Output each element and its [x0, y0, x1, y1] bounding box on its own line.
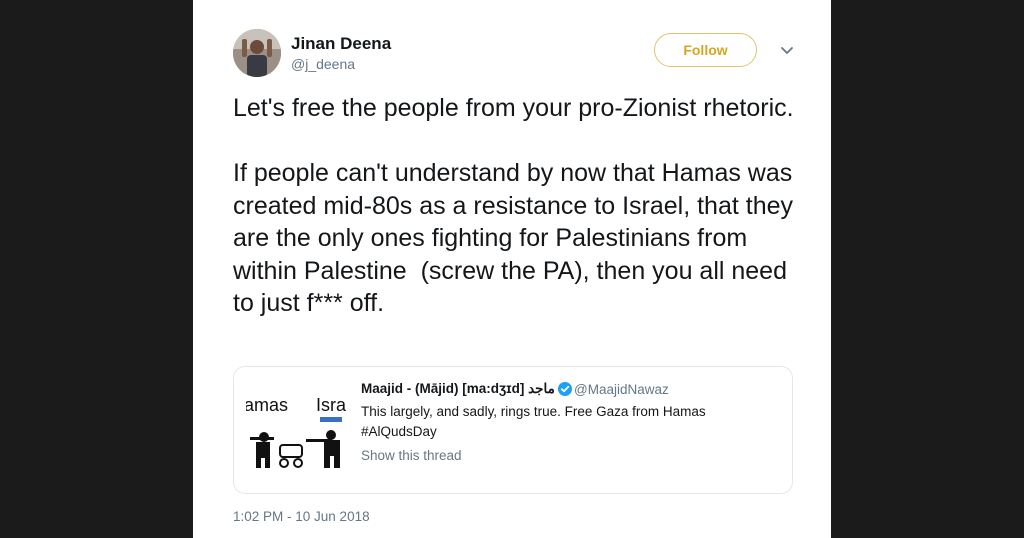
tweet-card: Jinan Deena @j_deena Follow Let's free t…: [193, 0, 831, 538]
author-name[interactable]: Jinan Deena: [291, 34, 391, 54]
image-label-right: Isra: [316, 395, 347, 415]
quoted-tweet-image[interactable]: amas Isra: [246, 379, 354, 481]
quoted-tweet[interactable]: amas Isra Maajid - (Mājid) [ma:dʒɪd] ماج…: [233, 366, 793, 494]
author-avatar[interactable]: [233, 29, 281, 77]
quoted-author-name[interactable]: Maajid - (Mājid) [ma:dʒɪd] ماجد: [361, 381, 555, 397]
quoted-author-handle[interactable]: @MaajidNawaz: [574, 382, 669, 397]
follow-button[interactable]: Follow: [654, 33, 757, 67]
tweet-timestamp[interactable]: 1:02 PM - 10 Jun 2018: [233, 509, 370, 524]
verified-badge-icon: [558, 382, 572, 396]
image-label-left: amas: [246, 395, 288, 415]
show-thread-link[interactable]: Show this thread: [361, 448, 462, 463]
quoted-tweet-text: This largely, and sadly, rings true. Fre…: [361, 404, 706, 439]
author-handle[interactable]: @j_deena: [291, 56, 355, 72]
chevron-down-icon[interactable]: [779, 42, 795, 58]
tweet-text: Let's free the people from your pro-Zion…: [233, 94, 794, 317]
